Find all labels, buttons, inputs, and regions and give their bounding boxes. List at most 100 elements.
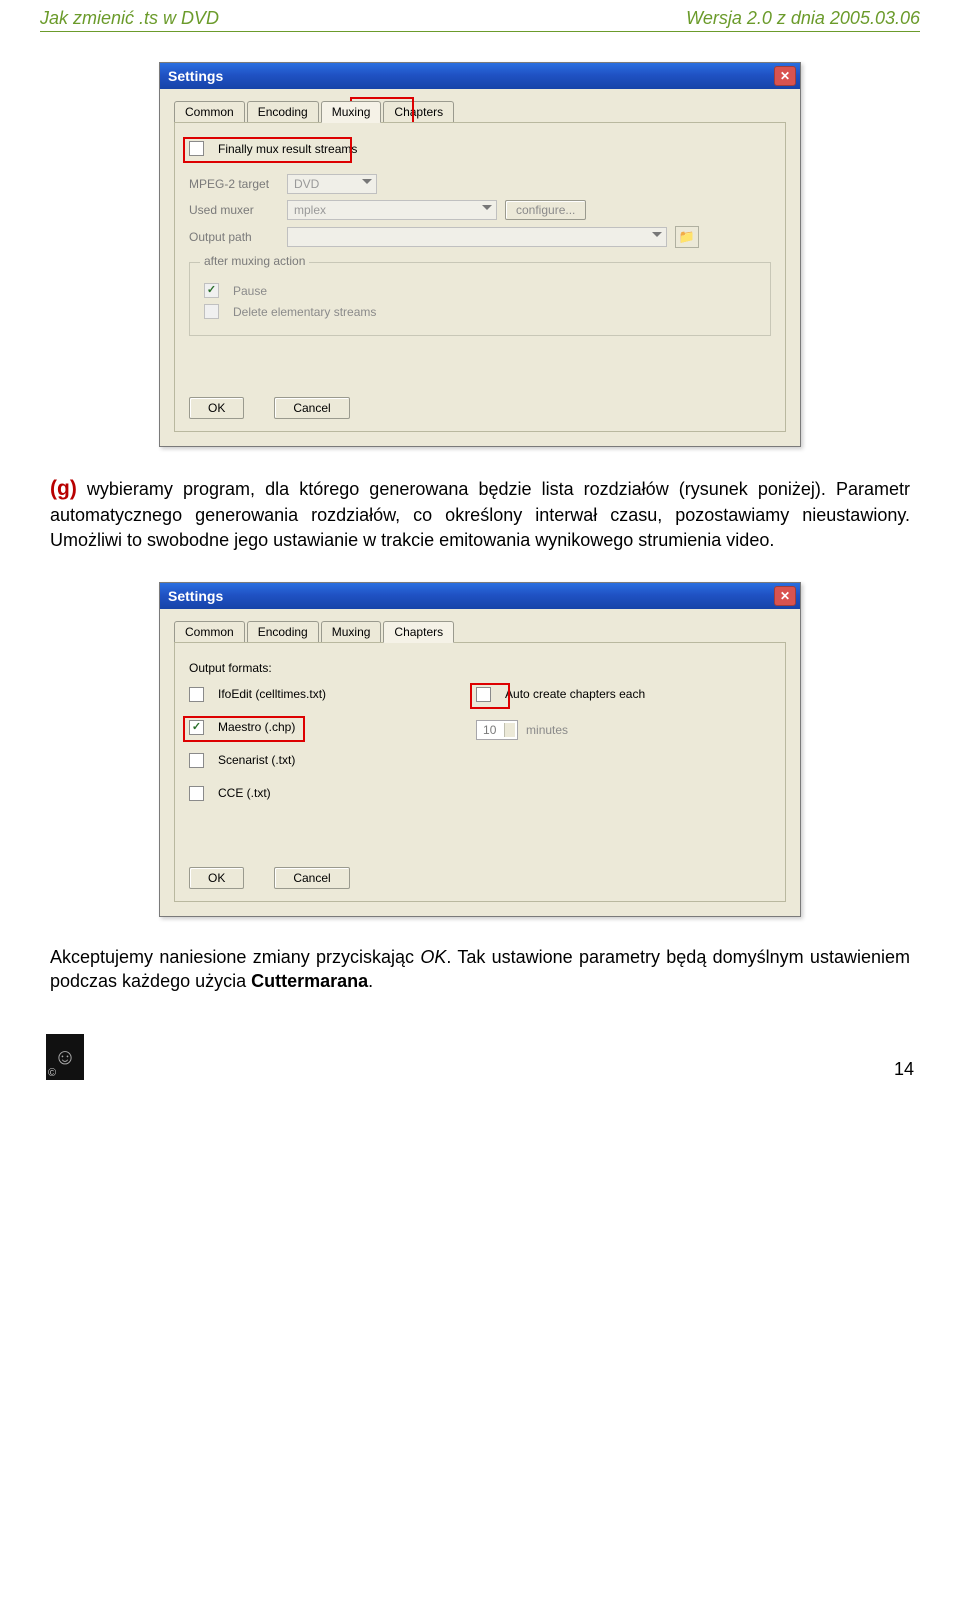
pause-row: Pause bbox=[204, 283, 756, 298]
page-number: 14 bbox=[894, 1059, 914, 1080]
tab-muxing[interactable]: Muxing bbox=[321, 101, 382, 123]
mpeg2-value: DVD bbox=[294, 177, 319, 191]
tab-common[interactable]: Common bbox=[174, 101, 245, 123]
muxer-label: Used muxer bbox=[189, 203, 279, 217]
browse-folder-icon[interactable]: 📁 bbox=[675, 226, 699, 248]
tab-muxing-label: Muxing bbox=[332, 105, 371, 119]
tab-chapters-label: Chapters bbox=[394, 105, 443, 119]
titlebar[interactable]: Settings ✕ bbox=[160, 63, 800, 89]
cancel-label-2: Cancel bbox=[293, 871, 330, 885]
auto-create-row: Auto create chapters each bbox=[476, 687, 645, 702]
tab2-muxing-label: Muxing bbox=[332, 625, 371, 639]
mpeg2-label: MPEG-2 target bbox=[189, 177, 279, 191]
para-g-prefix: (g) bbox=[50, 477, 77, 500]
delete-label: Delete elementary streams bbox=[233, 305, 376, 319]
configure-label: configure... bbox=[516, 203, 575, 217]
pause-checkbox[interactable] bbox=[204, 283, 219, 298]
after-muxing-fieldset: after muxing action Pause Delete element… bbox=[189, 262, 771, 336]
tab2-chapters[interactable]: Chapters bbox=[383, 621, 454, 643]
tabs: Common Encoding Muxing Chapters g bbox=[174, 101, 786, 123]
auto-minutes-spinner[interactable]: 10 bbox=[476, 720, 518, 740]
header-right: Wersja 2.0 z dnia 2005.03.06 bbox=[686, 8, 920, 29]
muxer-row: Used muxer mplex configure... bbox=[189, 200, 771, 220]
chapters-two-col: IfoEdit (celltimes.txt) Maestro (.chp) S… bbox=[189, 681, 771, 807]
tabs-2: Common Encoding Muxing Chapters bbox=[174, 621, 786, 643]
format-cce-checkbox[interactable] bbox=[189, 786, 204, 801]
ok-label-2: OK bbox=[208, 871, 225, 885]
format-cce-label: CCE (.txt) bbox=[218, 786, 271, 800]
tab-panel-chapters: Output formats: IfoEdit (celltimes.txt) … bbox=[174, 642, 786, 902]
paragraph-g: (g) wybieramy program, dla którego gener… bbox=[50, 475, 910, 552]
author-avatar: ☺ © bbox=[46, 1034, 84, 1080]
header-left: Jak zmienić .ts w DVD bbox=[40, 8, 219, 29]
titlebar-2[interactable]: Settings ✕ bbox=[160, 583, 800, 609]
tab-encoding[interactable]: Encoding bbox=[247, 101, 319, 123]
auto-create-label: Auto create chapters each bbox=[505, 687, 645, 701]
para2-ok: OK bbox=[420, 947, 446, 967]
cancel-button[interactable]: Cancel bbox=[274, 397, 349, 419]
auto-minutes-unit: minutes bbox=[526, 723, 568, 737]
dialog1-buttons: OK Cancel bbox=[189, 397, 350, 419]
delete-row: Delete elementary streams bbox=[204, 304, 756, 319]
format-scenarist-row: Scenarist (.txt) bbox=[189, 753, 326, 768]
pause-label: Pause bbox=[233, 284, 267, 298]
format-scenarist-checkbox[interactable] bbox=[189, 753, 204, 768]
configure-button[interactable]: configure... bbox=[505, 200, 586, 220]
format-ifo-row: IfoEdit (celltimes.txt) bbox=[189, 687, 326, 702]
tab2-chapters-label: Chapters bbox=[394, 625, 443, 639]
auto-minutes-row: 10 minutes bbox=[476, 720, 645, 740]
format-ifo-label: IfoEdit (celltimes.txt) bbox=[218, 687, 326, 701]
output-path-select[interactable] bbox=[287, 227, 667, 247]
window-title: Settings bbox=[168, 68, 223, 84]
output-label: Output path bbox=[189, 230, 279, 244]
settings-dialog-chapters: Settings ✕ Common Encoding Muxing Chapte… bbox=[159, 582, 801, 917]
muxer-select[interactable]: mplex bbox=[287, 200, 497, 220]
tab2-common[interactable]: Common bbox=[174, 621, 245, 643]
auto-create-checkbox[interactable] bbox=[476, 687, 491, 702]
close-icon-2[interactable]: ✕ bbox=[774, 586, 796, 606]
muxer-value: mplex bbox=[294, 203, 326, 217]
page-header: Jak zmienić .ts w DVD Wersja 2.0 z dnia … bbox=[40, 0, 920, 32]
ok-label: OK bbox=[208, 401, 225, 415]
avatar-face-icon: ☺ bbox=[54, 1044, 76, 1070]
formats-col: IfoEdit (celltimes.txt) Maestro (.chp) S… bbox=[189, 681, 326, 807]
auto-minutes-value: 10 bbox=[483, 723, 496, 737]
close-icon[interactable]: ✕ bbox=[774, 66, 796, 86]
cancel-button-2[interactable]: Cancel bbox=[274, 867, 349, 889]
tab2-encoding-label: Encoding bbox=[258, 625, 308, 639]
tab2-muxing[interactable]: Muxing bbox=[321, 621, 382, 643]
finally-mux-row: Finally mux result streams bbox=[189, 141, 771, 156]
para2-app: Cuttermarana bbox=[251, 971, 368, 991]
auto-col: Auto create chapters each 10 minutes bbox=[476, 681, 645, 807]
ok-button[interactable]: OK bbox=[189, 397, 244, 419]
tab2-common-label: Common bbox=[185, 625, 234, 639]
finally-mux-checkbox[interactable] bbox=[189, 141, 204, 156]
para2-end: . bbox=[368, 971, 373, 991]
format-ifo-checkbox[interactable] bbox=[189, 687, 204, 702]
copyright-icon: © bbox=[48, 1067, 56, 1079]
tab-chapters[interactable]: Chapters bbox=[383, 101, 454, 123]
settings-dialog-muxing: Settings ✕ Common Encoding Muxing Chapte… bbox=[159, 62, 801, 447]
cancel-label: Cancel bbox=[293, 401, 330, 415]
output-formats-label: Output formats: bbox=[189, 661, 272, 675]
tab-common-label: Common bbox=[185, 105, 234, 119]
format-maestro-checkbox[interactable] bbox=[189, 720, 204, 735]
after-muxing-legend: after muxing action bbox=[200, 254, 309, 268]
dialog2-buttons: OK Cancel bbox=[189, 867, 350, 889]
output-row: Output path 📁 bbox=[189, 226, 771, 248]
tab-encoding-label: Encoding bbox=[258, 105, 308, 119]
mpeg2-select[interactable]: DVD bbox=[287, 174, 377, 194]
window-title-2: Settings bbox=[168, 588, 223, 604]
ok-button-2[interactable]: OK bbox=[189, 867, 244, 889]
output-formats-label-row: Output formats: bbox=[189, 661, 771, 675]
format-maestro-row: Maestro (.chp) bbox=[189, 720, 326, 735]
paragraph-accept: Akceptujemy naniesione zmiany przyciskaj… bbox=[50, 945, 910, 994]
mpeg2-row: MPEG-2 target DVD bbox=[189, 174, 771, 194]
tab2-encoding[interactable]: Encoding bbox=[247, 621, 319, 643]
page-footer: ☺ © 14 bbox=[40, 1034, 920, 1090]
finally-mux-label: Finally mux result streams bbox=[218, 142, 357, 156]
format-maestro-label: Maestro (.chp) bbox=[218, 720, 295, 734]
delete-checkbox[interactable] bbox=[204, 304, 219, 319]
format-scenarist-label: Scenarist (.txt) bbox=[218, 753, 295, 767]
tab-panel-muxing: Finally mux result streams MPEG-2 target… bbox=[174, 122, 786, 432]
